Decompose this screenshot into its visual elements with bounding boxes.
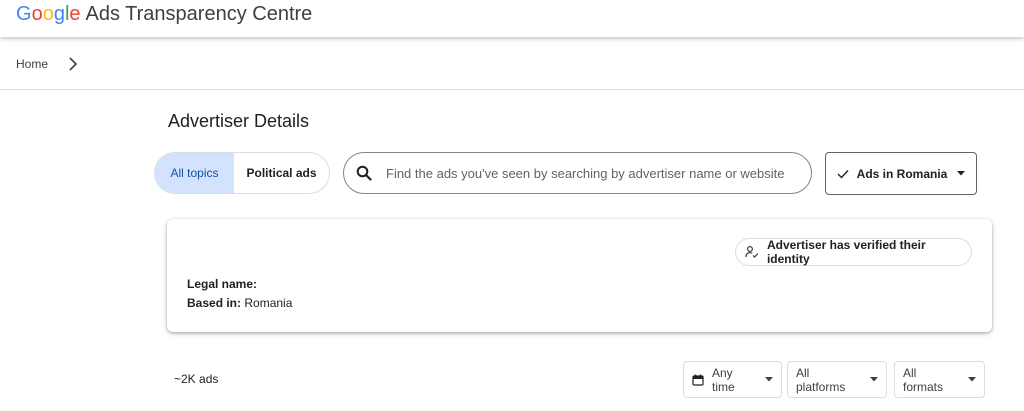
logo-letter: g — [53, 3, 65, 25]
platforms-filter-label: All platforms — [796, 365, 846, 394]
region-dropdown-button[interactable]: Ads in Romania — [825, 152, 977, 195]
logo-letter: G — [16, 3, 32, 25]
check-icon — [837, 169, 849, 179]
search-input[interactable] — [386, 165, 806, 181]
advertiser-card: Advertiser has verified their identity L… — [167, 219, 992, 332]
based-in-label: Based in: — [187, 296, 242, 310]
caret-down-icon — [957, 171, 966, 176]
platforms-filter-dropdown[interactable]: All platforms — [787, 361, 887, 398]
verified-person-icon — [745, 246, 759, 258]
breadcrumb-home-link[interactable]: Home — [16, 57, 48, 71]
app-logo[interactable]: Google Ads Transparency Centre — [16, 2, 312, 26]
logo-letter: o — [42, 3, 54, 25]
caret-down-icon — [765, 377, 773, 382]
region-label: Ads in Romania — [856, 166, 948, 181]
caret-down-icon — [968, 377, 976, 382]
header-divider — [0, 89, 1024, 90]
topic-toggle: All topics Political ads — [154, 152, 330, 194]
topic-political-button[interactable]: Political ads — [234, 153, 329, 193]
verified-label: Advertiser has verified their identity — [766, 238, 926, 266]
page-title: Advertiser Details — [168, 111, 310, 131]
based-in-value: Romania — [244, 296, 293, 310]
google-wordmark: Google — [16, 3, 81, 25]
logo-letter: o — [31, 3, 43, 25]
based-in-row: Based in: Romania — [187, 296, 292, 310]
search-box — [343, 152, 812, 194]
caret-down-icon — [870, 377, 878, 382]
chevron-right-icon — [68, 57, 78, 71]
topic-all-button[interactable]: All topics — [155, 153, 234, 193]
top-bar: Google Ads Transparency Centre — [0, 0, 1024, 37]
formats-filter-label: All formats — [903, 365, 944, 394]
time-filter-label: Any time — [712, 365, 735, 394]
legal-name-label: Legal name: — [187, 277, 258, 291]
logo-letter: e — [69, 3, 81, 25]
verified-identity-chip[interactable]: Advertiser has verified their identity — [735, 238, 972, 266]
legal-name-row: Legal name: — [187, 277, 257, 291]
app-name: Ads Transparency Centre — [85, 3, 313, 25]
ads-count: ~2K ads — [174, 372, 219, 386]
time-filter-dropdown[interactable]: Any time — [683, 361, 782, 398]
calendar-icon — [692, 374, 704, 386]
search-icon[interactable] — [356, 165, 372, 181]
breadcrumb: Home — [16, 54, 78, 74]
formats-filter-dropdown[interactable]: All formats — [894, 361, 985, 398]
